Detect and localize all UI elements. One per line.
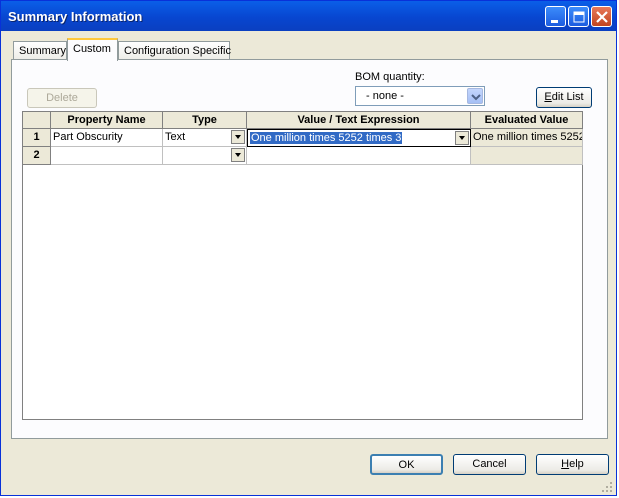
property-name-cell[interactable]: Part Obscurity <box>51 129 163 147</box>
close-icon <box>596 11 608 23</box>
window-title: Summary Information <box>8 9 143 24</box>
custom-properties-grid: Property Name Type Value / Text Expressi… <box>22 111 583 420</box>
value-cell[interactable]: One million times 5252 times 3 <box>247 129 471 147</box>
bom-quantity-value: - none - <box>366 90 404 102</box>
ok-button[interactable]: OK <box>370 454 443 475</box>
evaluated-value-cell: One million times 5252 <box>471 129 583 147</box>
maximize-button[interactable] <box>568 6 589 27</box>
column-header-value[interactable]: Value / Text Expression <box>247 112 471 129</box>
dropdown-arrow-icon[interactable] <box>455 131 469 145</box>
column-header-property-name[interactable]: Property Name <box>51 112 163 129</box>
tab-configuration-specific[interactable]: Configuration Specific <box>118 41 231 61</box>
bom-quantity-select[interactable]: - none - <box>355 86 485 106</box>
column-header-evaluated-value[interactable]: Evaluated Value <box>471 112 583 129</box>
row-number[interactable]: 1 <box>23 129 51 147</box>
edit-list-button[interactable]: Edit List <box>536 87 592 108</box>
minimize-icon <box>551 20 558 23</box>
evaluated-value-cell <box>471 147 583 165</box>
row-number[interactable]: 2 <box>23 147 51 165</box>
summary-information-dialog: Summary Information Summary Custom Confi… <box>0 0 617 496</box>
property-name-cell[interactable] <box>51 147 163 165</box>
column-header-type[interactable]: Type <box>163 112 247 129</box>
value-cell[interactable] <box>247 147 471 165</box>
title-bar[interactable]: Summary Information <box>1 1 616 31</box>
tab-summary[interactable]: Summary <box>13 41 67 61</box>
bom-quantity-label: BOM quantity: <box>355 71 425 83</box>
close-button[interactable] <box>591 6 612 27</box>
delete-button[interactable]: Delete <box>27 88 97 108</box>
type-cell[interactable]: Text <box>163 129 247 147</box>
maximize-icon <box>573 11 585 23</box>
value-text: One million times 5252 times 3 <box>250 132 403 144</box>
dropdown-arrow-icon[interactable] <box>231 130 245 144</box>
minimize-button[interactable] <box>545 6 566 27</box>
help-button[interactable]: Help <box>536 454 609 475</box>
type-cell[interactable] <box>163 147 247 165</box>
resize-grip-icon[interactable] <box>601 481 614 494</box>
chevron-down-icon[interactable] <box>467 88 483 104</box>
cancel-button[interactable]: Cancel <box>453 454 526 475</box>
type-value: Text <box>165 131 186 143</box>
grid-corner <box>23 112 51 129</box>
tab-custom[interactable]: Custom <box>67 38 118 61</box>
dropdown-arrow-icon[interactable] <box>231 148 245 162</box>
